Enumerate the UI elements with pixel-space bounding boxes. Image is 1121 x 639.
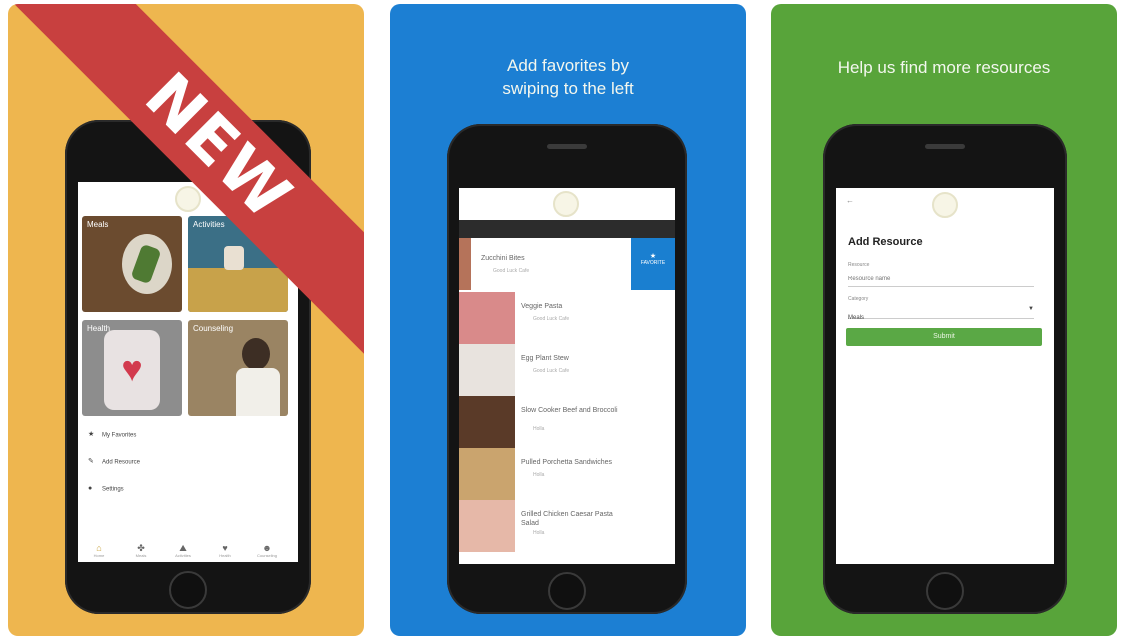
list-item-subtitle: Good Luck Cafe — [533, 368, 570, 374]
tab-label: Meals — [135, 553, 147, 558]
home-button — [548, 572, 586, 610]
list-header-bar — [459, 220, 675, 238]
tab-home[interactable]: ⌂ Home — [84, 543, 114, 558]
heart-icon: ♥ — [222, 543, 228, 553]
list-item-subtitle: Holla — [533, 472, 545, 478]
submit-button[interactable]: Submit — [846, 328, 1042, 346]
list-item-title: Slow Cooker Beef and Broccoli — [521, 407, 618, 414]
menu-item-favorites[interactable]: ★ My Favorites — [88, 431, 137, 439]
list-item[interactable]: Pulled Porchetta Sandwiches Holla — [459, 448, 675, 500]
list-item-subtitle: Holla — [533, 426, 545, 432]
list-item[interactable]: Slow Cooker Beef and Broccoli Holla — [459, 396, 675, 448]
food-image — [459, 500, 515, 552]
pencil-icon: ✎ — [88, 458, 94, 465]
menu-item-label: My Favorites — [102, 432, 137, 439]
form-title: Add Resource — [848, 236, 923, 248]
back-arrow-icon[interactable]: ← — [846, 196, 854, 205]
list-item-subtitle: Holla — [533, 530, 545, 536]
tab-health[interactable]: ♥ Health — [210, 543, 240, 558]
tile-meals[interactable]: Meals — [82, 216, 182, 312]
tile-health[interactable]: ♥ Health — [82, 320, 182, 416]
phone-screen: ← Add Resource Resource Category Meals ▼… — [836, 188, 1054, 564]
tile-counseling[interactable]: Counseling — [188, 320, 288, 416]
list-item-swiped[interactable]: Zucchini Bites Good Luck Cafe ★ FAVORITE — [459, 238, 675, 290]
activity-icon: ⛰ — [179, 543, 187, 553]
gear-icon: ● — [88, 485, 93, 492]
phone-frame: Zucchini Bites Good Luck Cafe ★ FAVORITE … — [447, 124, 687, 614]
resource-label: Resource — [848, 262, 870, 268]
category-select[interactable]: Meals ▼ — [848, 306, 1034, 321]
list-item[interactable]: Veggie Pasta Good Luck Cafe — [459, 292, 675, 344]
promo-panel-home: Meals Activities ♥ Health Counseling ★ My… — [8, 4, 364, 636]
home-icon: ⌂ — [96, 543, 102, 553]
tab-label: Activities — [175, 553, 191, 558]
caption-line-2: swiping to the left — [502, 79, 634, 98]
list-item-title: Egg Plant Stew — [521, 355, 569, 362]
category-label: Category — [848, 296, 869, 302]
food-image — [459, 344, 515, 396]
tile-health-label: Health — [87, 324, 111, 333]
list-item-title: Veggie Pasta — [521, 303, 563, 310]
food-image — [459, 448, 515, 500]
phone-screen: Zucchini Bites Good Luck Cafe ★ FAVORITE … — [459, 188, 675, 564]
resource-input[interactable] — [848, 272, 1034, 287]
list-item-subtitle: Good Luck Cafe — [533, 316, 570, 322]
list-item[interactable]: Grilled Chicken Caesar Pasta Salad Holla — [459, 500, 675, 552]
star-icon: ★ — [649, 253, 657, 260]
phone-speaker — [547, 144, 587, 149]
tile-activities-label: Activities — [193, 220, 225, 229]
favorite-button[interactable]: ★ FAVORITE — [631, 238, 675, 290]
caption-line-1: Add favorites by — [507, 56, 629, 75]
tab-label: Health — [219, 553, 231, 558]
app-logo — [932, 192, 958, 218]
tile-meals-label: Meals — [87, 220, 109, 229]
app-header — [459, 188, 675, 221]
tab-label: Counseling — [256, 553, 277, 558]
phone-speaker — [925, 144, 965, 149]
app-logo — [175, 186, 201, 212]
star-icon: ★ — [88, 431, 95, 438]
home-button — [926, 572, 964, 610]
list-item-title: Grilled Chicken Caesar Pasta Salad — [521, 511, 613, 527]
list-item-subtitle: Good Luck Cafe — [493, 268, 530, 274]
panel-caption: Help us find more resources — [837, 58, 1051, 77]
heart-icon: ♥ — [121, 348, 143, 389]
tab-label: Home — [93, 553, 105, 558]
menu-item-label: Settings — [102, 486, 124, 493]
tab-counseling[interactable]: ☻ Counseling — [252, 543, 282, 558]
tab-activities[interactable]: ⛰ Activities — [168, 543, 198, 558]
food-image — [459, 292, 515, 344]
category-value: Meals — [848, 315, 865, 321]
favorite-label: FAVORITE — [640, 260, 666, 266]
menu-item-add-resource[interactable]: ✎ Add Resource — [88, 458, 141, 466]
promo-panel-favorites: Add favorites by swiping to the left Zuc… — [390, 4, 746, 636]
promo-panel-add-resource: Help us find more resources ← Add Resour… — [771, 4, 1117, 636]
list-item[interactable]: Egg Plant Stew Good Luck Cafe — [459, 344, 675, 396]
menu-item-settings[interactable]: ● Settings — [88, 485, 124, 493]
list-item-title: Zucchini Bites — [481, 255, 525, 262]
menu-item-label: Add Resource — [102, 459, 141, 466]
home-button — [169, 571, 207, 609]
list-item-title: Pulled Porchetta Sandwiches — [521, 459, 613, 466]
counseling-icon: ☻ — [262, 543, 272, 553]
tile-counseling-label: Counseling — [193, 324, 234, 333]
panel-caption: Add favorites by swiping to the left — [390, 54, 746, 100]
food-image — [459, 396, 515, 448]
phone-frame: ← Add Resource Resource Category Meals ▼… — [823, 124, 1067, 614]
chevron-down-icon: ▼ — [1028, 306, 1034, 312]
app-logo — [553, 191, 579, 217]
tab-meals[interactable]: ✤ Meals — [126, 543, 156, 558]
food-icon: ✤ — [137, 543, 145, 553]
